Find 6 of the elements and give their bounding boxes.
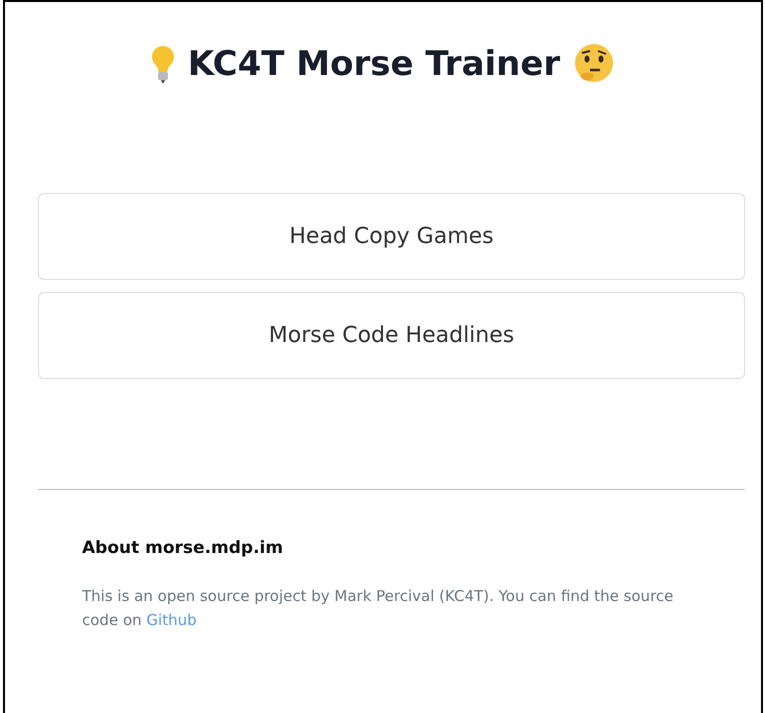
about-paragraph: This is an open source project by Mark Percival (KC4T). You can find the source code on Github <box>82 586 674 631</box>
page-title: KC4T Morse Trainer <box>188 44 560 84</box>
menu-button[interactable]: Morse Code Headlines <box>38 292 745 379</box>
menu-button[interactable]: Head Copy Games <box>38 193 745 280</box>
about-heading: About morse.mdp.im <box>82 538 284 558</box>
light-bulb-icon <box>150 44 176 84</box>
